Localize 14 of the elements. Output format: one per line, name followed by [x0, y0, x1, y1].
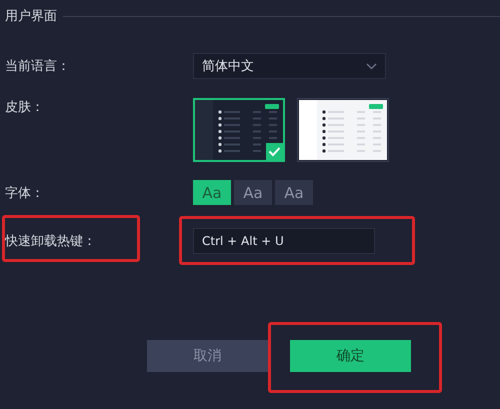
font-option[interactable]: Aa	[193, 180, 231, 205]
section-title: 用户界面	[5, 8, 57, 25]
font-option[interactable]: Aa	[275, 180, 313, 205]
font-label: 字体：	[5, 184, 45, 202]
chevron-down-icon	[366, 62, 377, 70]
confirm-button[interactable]: 确定	[290, 340, 411, 372]
hotkey-label: 快速卸载热键：	[5, 233, 97, 250]
hotkey-field[interactable]: Ctrl + Alt + U	[193, 228, 375, 254]
font-option[interactable]: Aa	[234, 180, 272, 205]
language-dropdown[interactable]: 简体中文	[193, 53, 386, 79]
language-label: 当前语言：	[5, 58, 71, 75]
checkmark-icon	[266, 143, 283, 160]
cancel-button[interactable]: 取消	[147, 340, 268, 372]
skin-label: 皮肤：	[5, 99, 45, 116]
